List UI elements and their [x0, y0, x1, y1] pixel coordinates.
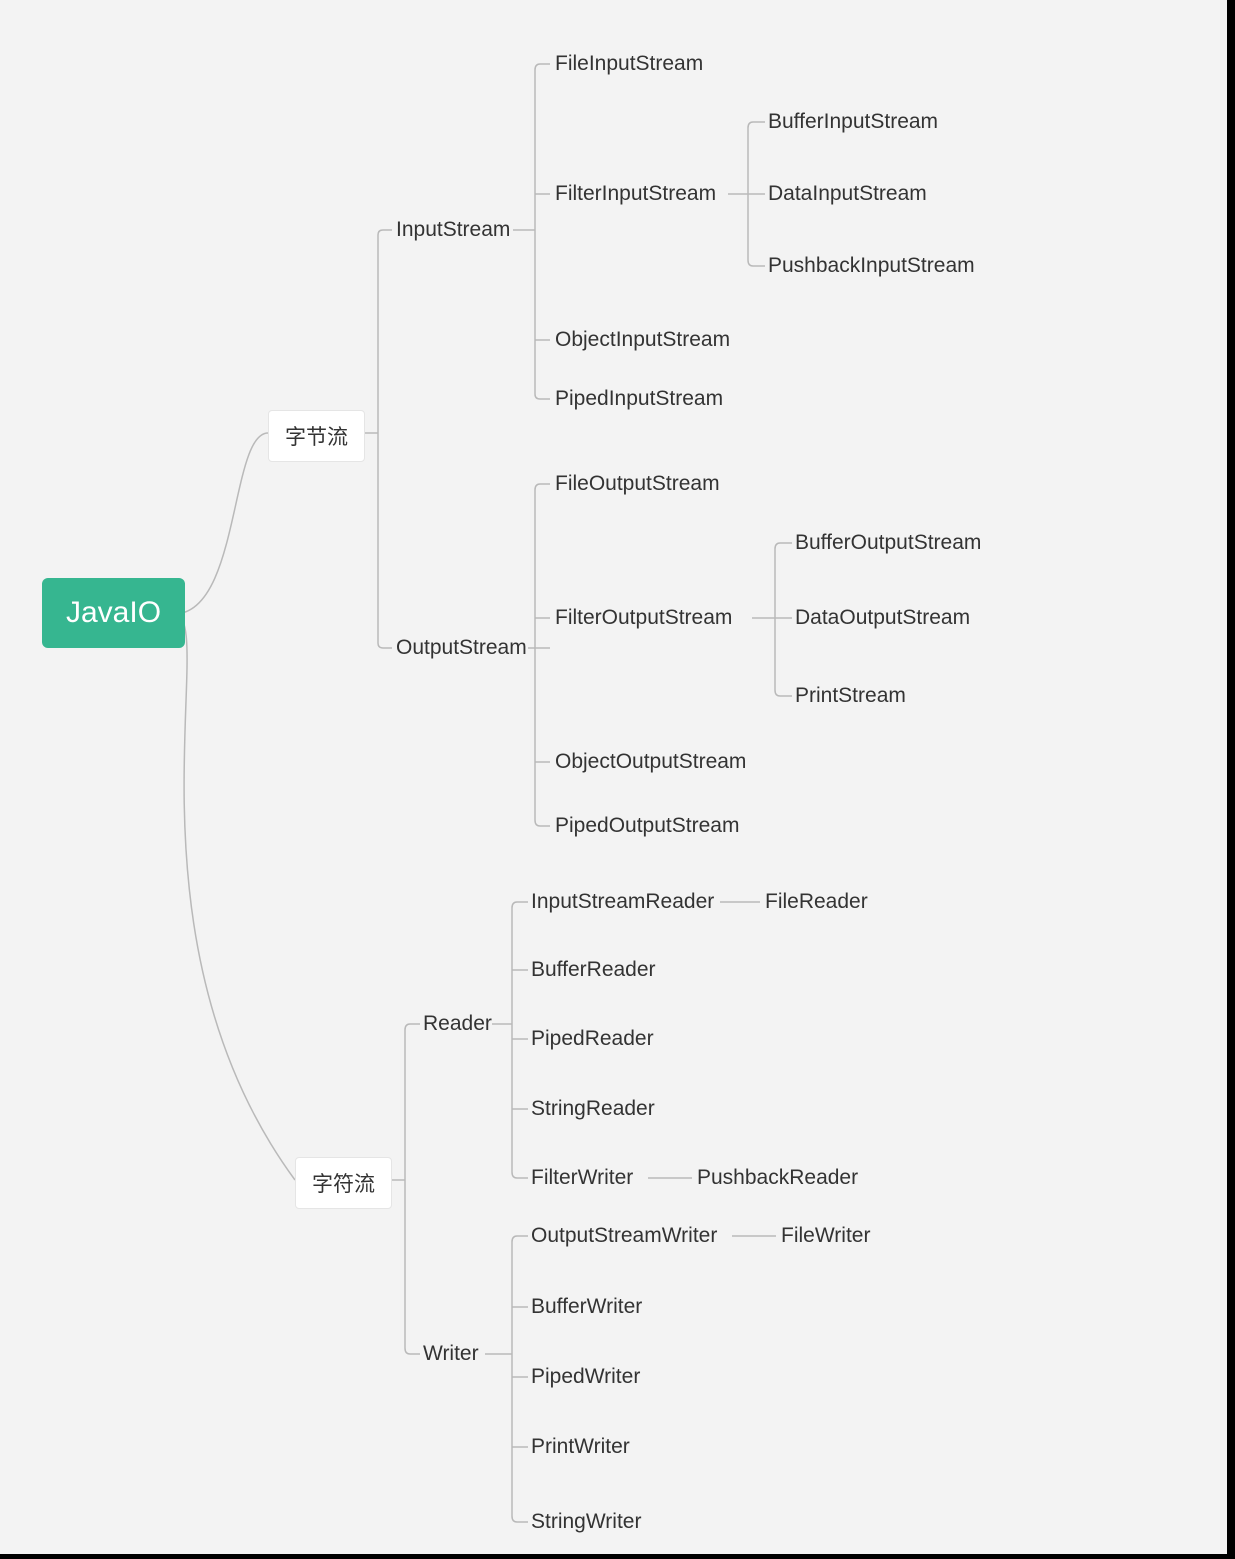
node-bufferoutputstream[interactable]: BufferOutputStream	[795, 531, 981, 555]
root-label: JavaIO	[66, 596, 161, 629]
node-filewriter[interactable]: FileWriter	[781, 1224, 870, 1248]
node-pipedwriter[interactable]: PipedWriter	[531, 1365, 640, 1389]
node-writer[interactable]: Writer	[423, 1342, 479, 1366]
node-stringreader[interactable]: StringReader	[531, 1097, 655, 1121]
node-fileinputstream[interactable]: FileInputStream	[555, 52, 703, 76]
node-objectinputstream[interactable]: ObjectInputStream	[555, 328, 730, 352]
node-inputstream[interactable]: InputStream	[396, 218, 510, 242]
node-dataoutputstream[interactable]: DataOutputStream	[795, 606, 970, 630]
root-node-javaio[interactable]: JavaIO	[42, 578, 185, 648]
byte-stream-label: 字节流	[285, 426, 348, 449]
node-outputstreamwriter[interactable]: OutputStreamWriter	[531, 1224, 717, 1248]
node-datainputstream[interactable]: DataInputStream	[768, 182, 927, 206]
node-filterwriter[interactable]: FilterWriter	[531, 1166, 633, 1190]
node-printstream[interactable]: PrintStream	[795, 684, 906, 708]
node-fileoutputstream[interactable]: FileOutputStream	[555, 472, 720, 496]
char-stream-label: 字符流	[312, 1173, 375, 1196]
node-byte-stream[interactable]: 字节流	[268, 410, 365, 462]
node-bufferreader[interactable]: BufferReader	[531, 958, 656, 982]
node-reader[interactable]: Reader	[423, 1012, 492, 1036]
node-printwriter[interactable]: PrintWriter	[531, 1435, 630, 1459]
node-char-stream[interactable]: 字符流	[295, 1157, 392, 1209]
node-pushbackreader[interactable]: PushbackReader	[697, 1166, 858, 1190]
node-bufferinputstream[interactable]: BufferInputStream	[768, 110, 938, 134]
node-filereader[interactable]: FileReader	[765, 890, 868, 914]
node-pushbackinputstream[interactable]: PushbackInputStream	[768, 254, 975, 278]
node-pipedreader[interactable]: PipedReader	[531, 1027, 654, 1051]
node-inputstreamreader[interactable]: InputStreamReader	[531, 890, 714, 914]
node-filterinputstream[interactable]: FilterInputStream	[555, 182, 716, 206]
node-stringwriter[interactable]: StringWriter	[531, 1510, 641, 1534]
node-pipedoutputstream[interactable]: PipedOutputStream	[555, 814, 739, 838]
node-outputstream[interactable]: OutputStream	[396, 636, 527, 660]
connectors	[0, 0, 1235, 1559]
node-filteroutputstream[interactable]: FilterOutputStream	[555, 606, 732, 630]
node-bufferwriter[interactable]: BufferWriter	[531, 1295, 642, 1319]
node-pipedinputstream[interactable]: PipedInputStream	[555, 387, 723, 411]
node-objectoutputstream[interactable]: ObjectOutputStream	[555, 750, 746, 774]
